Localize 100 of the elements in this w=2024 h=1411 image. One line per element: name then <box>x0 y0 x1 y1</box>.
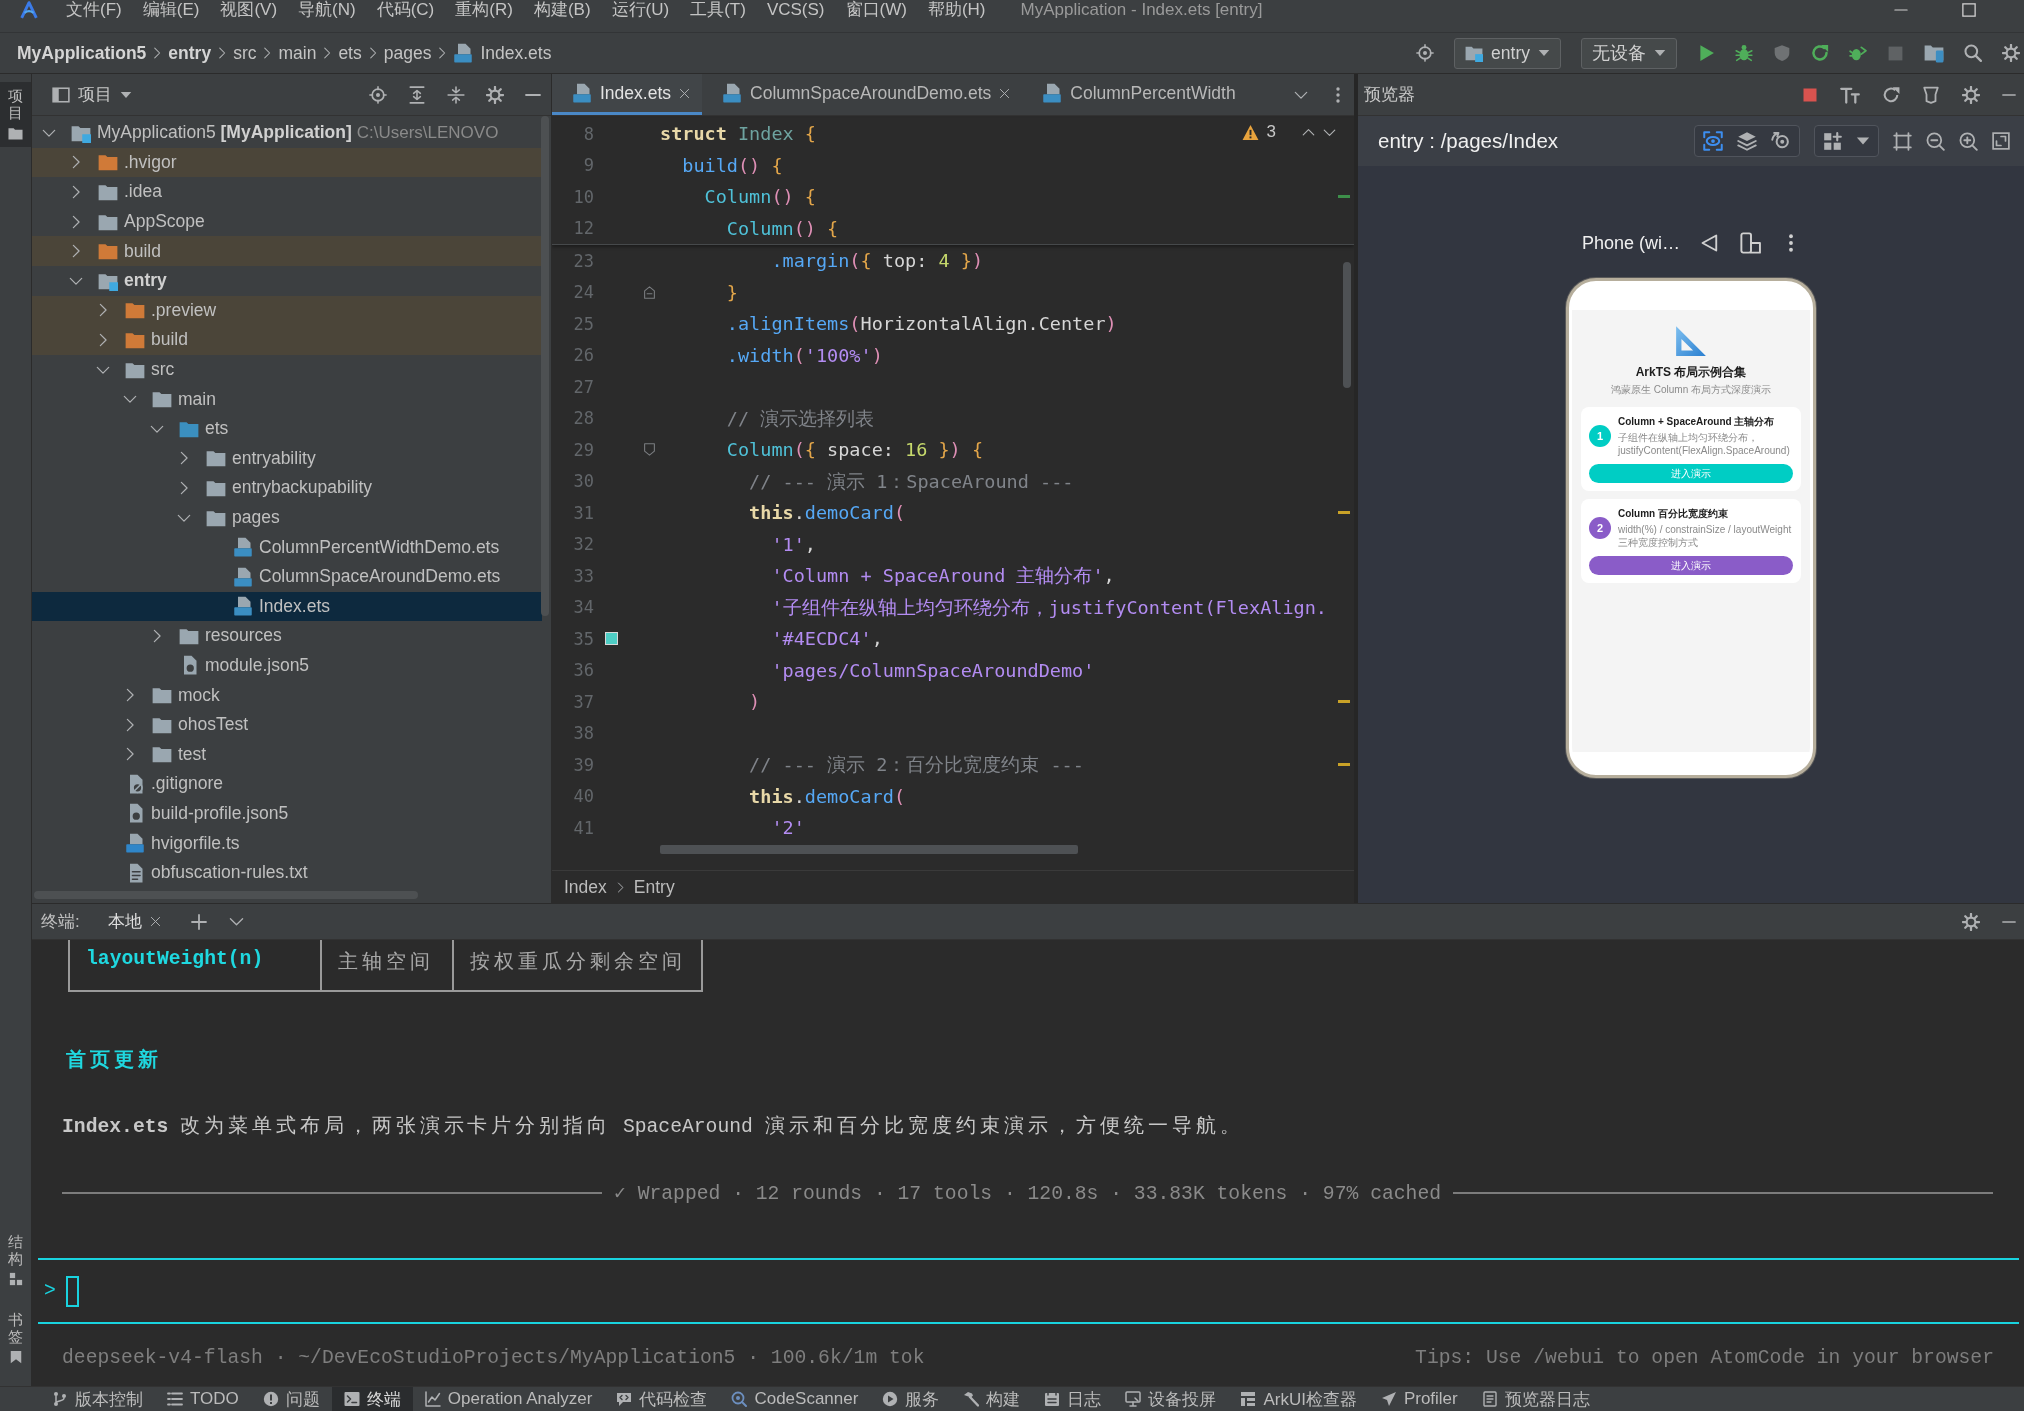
breadcrumb-item[interactable]: pages <box>383 42 432 64</box>
editor-tab[interactable]: ColumnPercentWidth <box>1022 74 1248 115</box>
view-rotate-icon[interactable] <box>1771 131 1791 151</box>
breadcrumb-item[interactable]: src <box>233 42 257 64</box>
tree-item[interactable]: src <box>32 354 542 385</box>
tree-item[interactable]: .preview <box>32 295 542 326</box>
close-icon[interactable] <box>679 87 691 99</box>
plus-icon[interactable] <box>190 913 207 930</box>
tree-item[interactable]: ohosTest <box>32 709 542 740</box>
scrollbar[interactable] <box>541 116 549 616</box>
menu-item[interactable]: 文件(F) <box>66 0 122 20</box>
breadcrumb-item[interactable]: main <box>278 42 317 64</box>
maximize-icon[interactable] <box>1962 3 1976 17</box>
menu-item[interactable]: 视图(V) <box>220 0 278 20</box>
warning-count[interactable]: 3 <box>1266 122 1276 142</box>
device-selector[interactable]: Phone (wi… <box>1581 232 1680 254</box>
change-marker-icon[interactable] <box>1338 195 1350 199</box>
tree-item[interactable]: entry <box>32 265 542 296</box>
menu-item[interactable]: 编辑(E) <box>142 0 200 20</box>
editor-tab[interactable]: Index.ets <box>552 74 703 115</box>
tree-item[interactable]: main <box>32 384 542 414</box>
settings-icon[interactable] <box>1962 85 1980 104</box>
device-dropdown[interactable]: 无设备 <box>1581 37 1677 69</box>
tool-window-button[interactable]: 日志 <box>1032 1387 1114 1411</box>
menu-item[interactable]: 工具(T) <box>690 0 746 20</box>
tool-window-button[interactable]: 预览器日志 <box>1469 1387 1602 1411</box>
bug-icon[interactable] <box>1735 44 1753 62</box>
tree-item[interactable]: module.json5 <box>32 650 542 681</box>
tool-window-tab[interactable]: 书签 <box>0 1306 31 1370</box>
settings-icon[interactable] <box>1962 912 1980 931</box>
panel-title[interactable]: 项目 <box>78 83 112 106</box>
tool-window-button[interactable]: ArkUI检查器 <box>1228 1387 1369 1411</box>
collapse-all-icon[interactable] <box>447 85 465 104</box>
search-icon[interactable] <box>1964 44 1982 62</box>
menu-item[interactable]: 重构(R) <box>455 0 513 20</box>
breadcrumb-item[interactable]: MyApplication5 <box>17 42 147 64</box>
menu-item[interactable]: 导航(N) <box>298 0 356 20</box>
command-input[interactable]: > <box>38 1258 2019 1324</box>
tree-item[interactable]: .hvigor <box>32 147 542 178</box>
tree-item[interactable]: build <box>32 325 542 355</box>
device-folder-icon[interactable] <box>1924 43 1944 63</box>
tool-window-tab[interactable]: 项目 <box>0 82 31 147</box>
tool-window-button[interactable]: 代码检查 <box>604 1387 720 1411</box>
back-icon[interactable] <box>1700 233 1720 253</box>
tree-item[interactable]: obfuscation-rules.txt <box>32 857 542 888</box>
settings-icon[interactable] <box>486 85 504 104</box>
breadcrumb-item[interactable]: Index <box>564 876 607 898</box>
tool-window-button[interactable]: CodeScanner <box>719 1387 871 1411</box>
tree-item[interactable]: .gitignore <box>32 769 542 799</box>
warning-marker-icon[interactable] <box>1338 511 1350 515</box>
inspector-icon[interactable] <box>1703 131 1723 151</box>
scrollbar[interactable] <box>1343 262 1351 388</box>
layers-icon[interactable] <box>1737 131 1757 151</box>
warning-marker-icon[interactable] <box>1338 763 1350 767</box>
breadcrumb-item[interactable]: ets <box>338 42 362 64</box>
menu-item[interactable]: 代码(C) <box>376 0 435 20</box>
tool-window-button[interactable]: TODO <box>155 1387 251 1411</box>
tree-item[interactable]: .idea <box>32 177 542 207</box>
menu-item[interactable]: 运行(U) <box>611 0 670 20</box>
color-swatch-icon[interactable] <box>604 632 618 646</box>
expand-all-icon[interactable] <box>408 85 426 104</box>
tree-item[interactable]: entrybackupability <box>32 473 542 503</box>
close-icon[interactable] <box>999 87 1011 99</box>
menu-item[interactable]: 帮助(H) <box>927 0 986 20</box>
locate-icon[interactable] <box>369 85 387 104</box>
fold-marker-icon[interactable] <box>643 285 656 299</box>
restart-icon[interactable] <box>1811 44 1829 62</box>
terminal-tab[interactable]: 本地 <box>99 904 169 939</box>
breadcrumb-item[interactable]: Index.ets <box>480 42 552 64</box>
frame-icon[interactable] <box>1893 131 1912 151</box>
breadcrumb-item[interactable]: Entry <box>633 876 675 898</box>
close-icon[interactable] <box>149 916 161 927</box>
editor-tab[interactable]: ColumnSpaceAroundDemo.ets <box>702 74 1023 115</box>
target-icon[interactable] <box>1416 44 1435 62</box>
tree-item[interactable]: ets <box>32 413 542 444</box>
scrollbar[interactable] <box>660 845 1078 854</box>
resize-icon[interactable] <box>1992 132 2010 150</box>
tree-item[interactable]: build <box>32 236 542 266</box>
tree-item[interactable]: entryability <box>32 443 542 474</box>
funnel-icon[interactable] <box>1922 85 1940 104</box>
menu-item[interactable]: VCS(S) <box>766 0 825 20</box>
tool-window-button[interactable]: 终端 <box>331 1387 413 1411</box>
tree-item[interactable]: ColumnPercentWidthDemo.ets <box>32 532 542 562</box>
tree-item[interactable]: pages <box>32 502 542 533</box>
breadcrumb-item[interactable]: entry <box>168 42 212 64</box>
run-icon[interactable] <box>1697 44 1715 62</box>
tool-window-button[interactable]: 问题 <box>250 1387 332 1411</box>
rotate-device-icon[interactable] <box>1740 232 1762 254</box>
tool-window-button[interactable]: Profiler <box>1368 1387 1470 1411</box>
zoom-in-icon[interactable] <box>1959 131 1978 151</box>
run-config-dropdown[interactable]: entry <box>1454 37 1561 69</box>
tool-window-button[interactable]: 设备投屏 <box>1113 1387 1229 1411</box>
tree-item[interactable]: Index.ets <box>32 591 542 622</box>
tool-window-button[interactable]: 版本控制 <box>40 1387 155 1411</box>
grid-icon[interactable] <box>1823 131 1842 151</box>
tree-item[interactable]: mock <box>32 680 542 710</box>
zoom-out-icon[interactable] <box>1926 131 1945 151</box>
tree-item[interactable]: ColumnSpaceAroundDemo.ets <box>32 561 542 592</box>
refresh-icon[interactable] <box>1882 85 1900 104</box>
bug-icon[interactable] <box>1849 44 1867 62</box>
